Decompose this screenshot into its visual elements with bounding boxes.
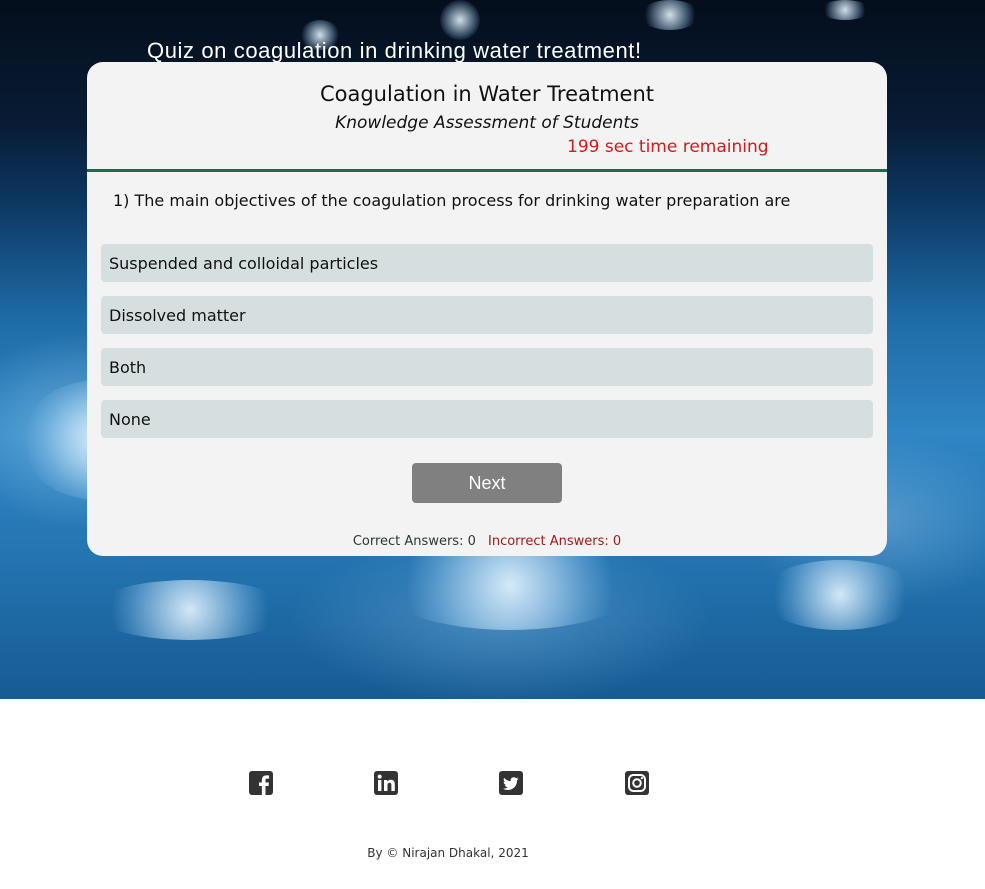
answer-option[interactable]: Both: [101, 348, 873, 386]
answer-options: Suspended and colloidal particles Dissol…: [101, 244, 873, 452]
incorrect-answers-count: Incorrect Answers: 0: [488, 534, 622, 549]
water-splash-decoration: [640, 0, 700, 30]
answer-option[interactable]: Dissolved matter: [101, 296, 873, 334]
timer-text: 199 sec time remaining: [567, 137, 769, 157]
twitter-icon[interactable]: [499, 771, 523, 795]
correct-answers-count: Correct Answers: 0: [352, 534, 476, 549]
quiz-subtitle: Knowledge Assessment of Students: [335, 113, 639, 133]
footer: By © Nirajan Dhakal, 2021: [0, 699, 985, 889]
copyright-text: By © Nirajan Dhakal, 2021: [367, 846, 529, 860]
score-summary: Correct Answers: 0 Incorrect Answers: 0: [87, 534, 887, 549]
linkedin-icon[interactable]: [374, 771, 398, 795]
water-splash-decoration: [440, 0, 480, 40]
hero-background: Quiz on coagulation in drinking water tr…: [0, 0, 985, 699]
quiz-title: Coagulation in Water Treatment: [319, 82, 655, 106]
water-splash-decoration: [820, 0, 870, 20]
quiz-header: Coagulation in Water Treatment Knowledge…: [87, 62, 887, 172]
question-text: 1) The main objectives of the coagulatio…: [113, 191, 791, 210]
water-splash-decoration: [90, 580, 290, 640]
instagram-icon[interactable]: [625, 771, 649, 795]
answer-option[interactable]: Suspended and colloidal particles: [101, 244, 873, 282]
quiz-card: Coagulation in Water Treatment Knowledge…: [87, 62, 887, 556]
water-splash-decoration: [760, 560, 920, 630]
facebook-icon[interactable]: [249, 771, 273, 795]
answer-option[interactable]: None: [101, 400, 873, 438]
hero-title: Quiz on coagulation in drinking water tr…: [147, 38, 642, 63]
next-button[interactable]: Next: [412, 463, 562, 503]
